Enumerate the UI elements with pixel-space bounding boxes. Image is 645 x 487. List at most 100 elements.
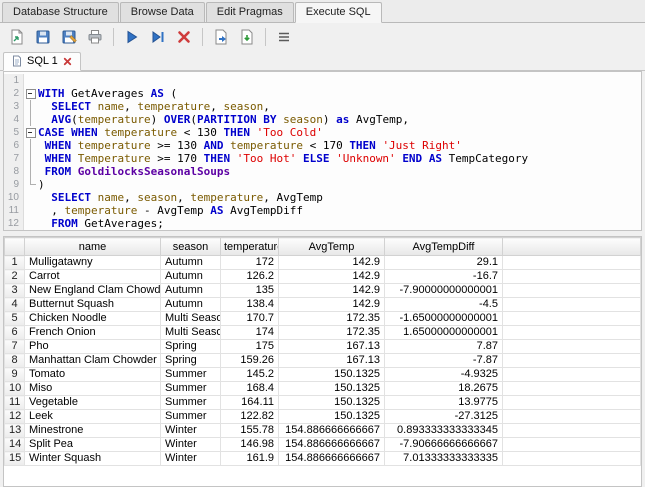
print-button[interactable] [83, 26, 107, 48]
cell-avgtemp[interactable]: 172.35 [278, 311, 385, 326]
cell-season[interactable]: Autumn [160, 255, 221, 270]
cell-name[interactable]: Mulligatawny [24, 255, 161, 270]
cell-avgtemp[interactable]: 167.13 [278, 353, 385, 368]
cell-temperature[interactable]: 126.2 [220, 269, 279, 284]
cell-avgtempdiff[interactable]: -27.3125 [384, 409, 503, 424]
cell-avgtempdiff[interactable]: 7.87 [384, 339, 503, 354]
row-number[interactable]: 11 [4, 395, 25, 410]
fold-collapse-icon[interactable] [24, 126, 37, 139]
row-number[interactable]: 3 [4, 283, 25, 298]
cell-temperature[interactable]: 168.4 [220, 381, 279, 396]
sql-editor[interactable]: 1 2 WITH GetAverages AS (3 SELECT name, te… [3, 71, 642, 231]
cell-name[interactable]: Carrot [24, 269, 161, 284]
cell-name[interactable]: Minestrone [24, 423, 161, 438]
cell-avgtemp[interactable]: 150.1325 [278, 381, 385, 396]
cell-avgtemp[interactable]: 172.35 [278, 325, 385, 340]
cell-temperature[interactable]: 146.98 [220, 437, 279, 452]
cell-name[interactable]: Split Pea [24, 437, 161, 452]
cell-avgtemp[interactable]: 150.1325 [278, 367, 385, 382]
cell-avgtemp[interactable]: 142.9 [278, 283, 385, 298]
cell-season[interactable]: Autumn [160, 283, 221, 298]
column-header-name[interactable]: name [24, 237, 161, 256]
close-tab-icon[interactable] [62, 56, 73, 67]
cell-avgtempdiff[interactable]: 1.65000000000001 [384, 325, 503, 340]
cell-avgtemp[interactable]: 150.1325 [278, 409, 385, 424]
cell-temperature[interactable]: 159.26 [220, 353, 279, 368]
cell-avgtempdiff[interactable]: 18.2675 [384, 381, 503, 396]
column-header-avgtemp[interactable]: AvgTemp [278, 237, 385, 256]
cell-avgtempdiff[interactable]: 13.9775 [384, 395, 503, 410]
cell-season[interactable]: Spring [160, 339, 221, 354]
row-number[interactable]: 14 [4, 437, 25, 452]
stop-button[interactable] [172, 26, 196, 48]
cell-name[interactable]: Vegetable [24, 395, 161, 410]
cell-name[interactable]: Pho [24, 339, 161, 354]
row-number[interactable]: 13 [4, 423, 25, 438]
cell-season[interactable]: Multi Season [160, 311, 221, 326]
cell-temperature[interactable]: 135 [220, 283, 279, 298]
export-results-button[interactable] [209, 26, 233, 48]
save-sql-file-button[interactable] [31, 26, 55, 48]
row-number[interactable]: 8 [4, 353, 25, 368]
cell-name[interactable]: French Onion [24, 325, 161, 340]
cell-temperature[interactable]: 145.2 [220, 367, 279, 382]
cell-season[interactable]: Autumn [160, 269, 221, 284]
fold-collapse-icon[interactable] [24, 87, 37, 100]
row-number[interactable]: 2 [4, 269, 25, 284]
cell-avgtemp[interactable]: 167.13 [278, 339, 385, 354]
cell-temperature[interactable]: 172 [220, 255, 279, 270]
cell-temperature[interactable]: 122.82 [220, 409, 279, 424]
cell-temperature[interactable]: 164.11 [220, 395, 279, 410]
row-number[interactable]: 7 [4, 339, 25, 354]
cell-avgtempdiff[interactable]: 29.1 [384, 255, 503, 270]
cell-temperature[interactable]: 138.4 [220, 297, 279, 312]
row-number[interactable]: 5 [4, 311, 25, 326]
cell-avgtemp[interactable]: 154.886666666667 [278, 437, 385, 452]
row-number[interactable]: 4 [4, 297, 25, 312]
row-number[interactable]: 1 [4, 255, 25, 270]
cell-avgtemp[interactable]: 154.886666666667 [278, 423, 385, 438]
cell-avgtemp[interactable]: 142.9 [278, 255, 385, 270]
cell-season[interactable]: Summer [160, 409, 221, 424]
save-sql-file-as-button[interactable] [57, 26, 81, 48]
tab-execute-sql[interactable]: Execute SQL [294, 2, 382, 23]
cell-temperature[interactable]: 174 [220, 325, 279, 340]
cell-name[interactable]: Leek [24, 409, 161, 424]
tab-edit-pragmas[interactable]: Edit Pragmas [205, 2, 294, 23]
cell-season[interactable]: Multi Season [160, 325, 221, 340]
cell-temperature[interactable]: 175 [220, 339, 279, 354]
cell-temperature[interactable]: 155.78 [220, 423, 279, 438]
column-header-temperature[interactable]: temperature [220, 237, 279, 256]
tab-database-structure[interactable]: Database Structure [2, 2, 119, 23]
cell-avgtempdiff[interactable]: 0.893333333333345 [384, 423, 503, 438]
cell-name[interactable]: Winter Squash [24, 451, 161, 466]
row-number[interactable]: 6 [4, 325, 25, 340]
row-number[interactable]: 9 [4, 367, 25, 382]
cell-avgtempdiff[interactable]: -4.5 [384, 297, 503, 312]
cell-avgtemp[interactable]: 154.886666666667 [278, 451, 385, 466]
cell-name[interactable]: Tomato [24, 367, 161, 382]
cell-name[interactable]: New England Clam Chowder [24, 283, 161, 298]
cell-temperature[interactable]: 170.7 [220, 311, 279, 326]
menu-button[interactable] [272, 26, 296, 48]
cell-avgtemp[interactable]: 142.9 [278, 297, 385, 312]
cell-avgtempdiff[interactable]: -7.87 [384, 353, 503, 368]
cell-season[interactable]: Summer [160, 381, 221, 396]
save-results-button[interactable] [235, 26, 259, 48]
cell-avgtemp[interactable]: 142.9 [278, 269, 385, 284]
cell-name[interactable]: Butternut Squash [24, 297, 161, 312]
cell-season[interactable]: Summer [160, 367, 221, 382]
tab-browse-data[interactable]: Browse Data [119, 2, 205, 23]
cell-season[interactable]: Winter [160, 423, 221, 438]
cell-temperature[interactable]: 161.9 [220, 451, 279, 466]
cell-avgtempdiff[interactable]: 7.01333333333335 [384, 451, 503, 466]
cell-avgtempdiff[interactable]: -7.90000000000001 [384, 283, 503, 298]
cell-name[interactable]: Miso [24, 381, 161, 396]
execute-current-line-button[interactable] [146, 26, 170, 48]
cell-avgtemp[interactable]: 150.1325 [278, 395, 385, 410]
column-header-avgtempdiff[interactable]: AvgTempDiff [384, 237, 503, 256]
cell-avgtempdiff[interactable]: -4.9325 [384, 367, 503, 382]
tab-sql-1[interactable]: SQL 1 [3, 52, 81, 71]
cell-avgtempdiff[interactable]: -16.7 [384, 269, 503, 284]
cell-season[interactable]: Spring [160, 353, 221, 368]
